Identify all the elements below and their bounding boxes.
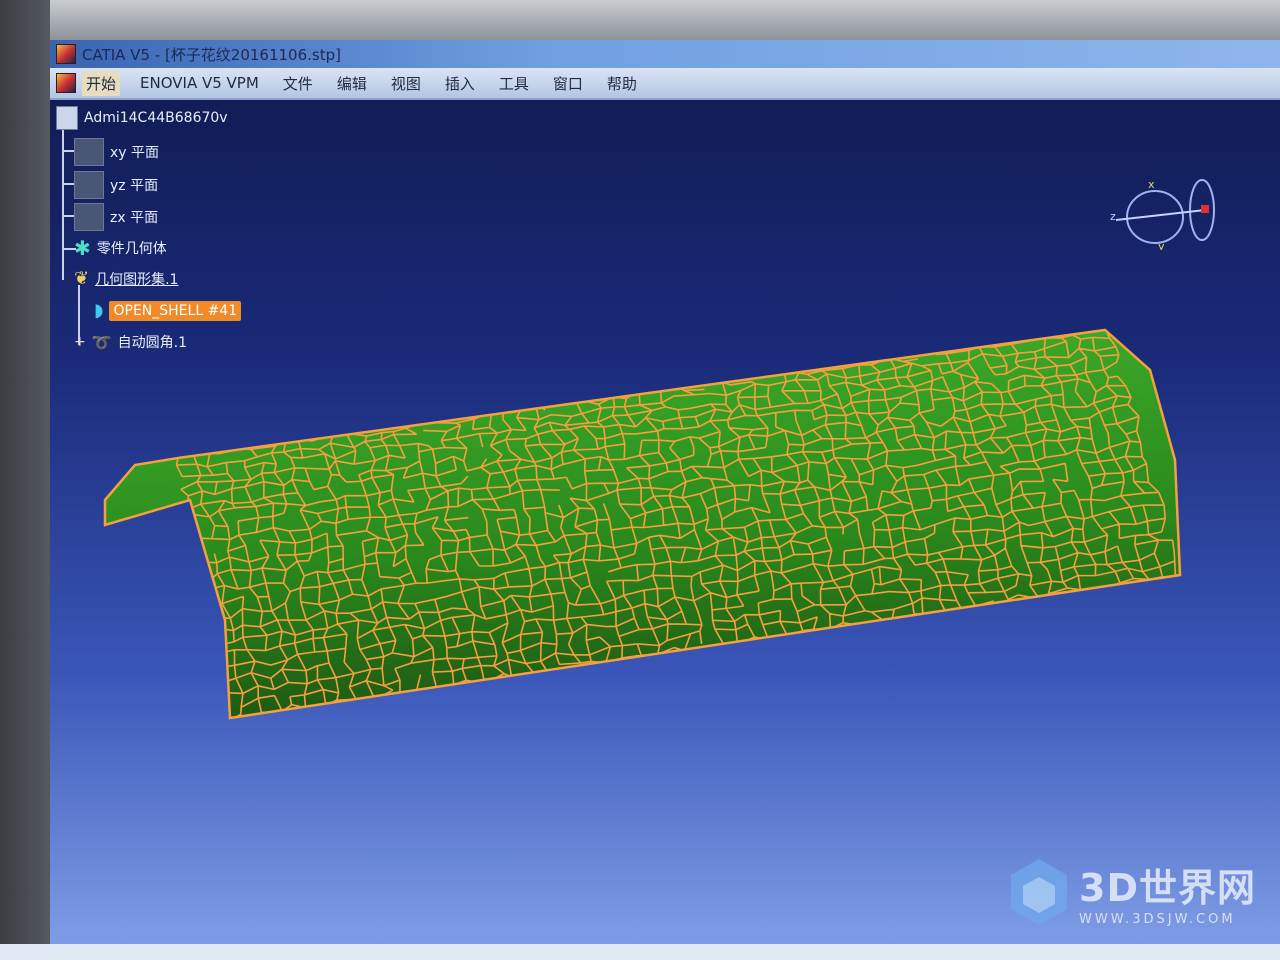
surface-mesh-viewport[interactable] xyxy=(0,0,1280,960)
taskbar xyxy=(0,944,1280,960)
